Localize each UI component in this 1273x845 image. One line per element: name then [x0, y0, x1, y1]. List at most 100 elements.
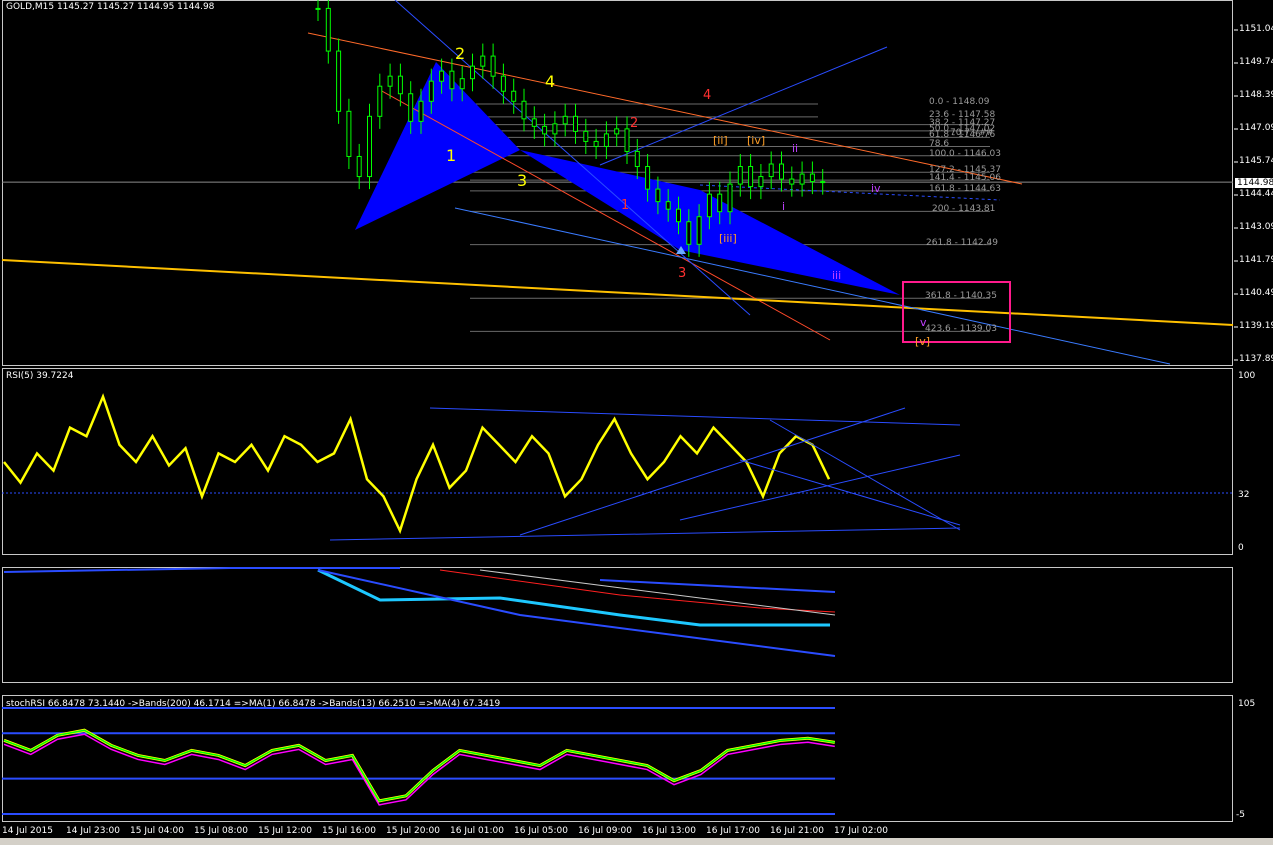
candle-body: [789, 178, 795, 185]
channel-trend-line: [379, 89, 831, 341]
fib-level-label: 161.8 - 1144.63: [929, 183, 1001, 194]
candle-body: [511, 90, 517, 102]
candle-body: [325, 7, 331, 52]
candle-body: [706, 193, 712, 218]
candle-body: [573, 115, 578, 132]
wave-label-oii: [ii]: [713, 134, 728, 147]
fib-level-label: 261.8 - 1142.49: [926, 237, 998, 248]
wave-label-r2: 2: [630, 116, 639, 131]
chart-tab-bar[interactable]: [0, 838, 1273, 845]
macd-signal-gray: [479, 569, 836, 616]
wave-label-oiii: [iii]: [719, 232, 737, 245]
candle-body: [717, 193, 723, 213]
fib-level-label: 200 - 1143.81: [932, 204, 996, 215]
price-axis-label: 1147.09: [1239, 123, 1273, 133]
candle-body: [645, 166, 651, 190]
wave-label-y3: 3: [517, 171, 528, 190]
price-axis-label: 1145.74: [1239, 156, 1273, 166]
candle-body: [408, 93, 414, 122]
time-label: 15 Jul 04:00: [130, 826, 184, 836]
time-label: 15 Jul 20:00: [386, 826, 440, 836]
candle-body: [603, 133, 609, 147]
rsi-header: RSI(5) 39.7224: [6, 371, 74, 381]
candle-body: [809, 173, 815, 183]
wave-label-r4: 4: [703, 88, 712, 103]
candle-body: [779, 163, 784, 180]
candle-body: [748, 166, 754, 188]
candle-body: [336, 50, 342, 112]
candle-body: [562, 115, 568, 125]
candle-body: [799, 173, 805, 185]
fib-level-label: 141.4 - 1145.06: [929, 173, 1001, 184]
candle-body: [490, 55, 496, 77]
time-label: 16 Jul 09:00: [578, 826, 632, 836]
candle-body: [542, 125, 548, 135]
candle-body: [418, 100, 424, 122]
price-axis-label: 1149.74: [1239, 57, 1273, 67]
wave-label-mv: v: [920, 316, 927, 329]
fib-level-label: 361.8 - 1140.35: [925, 291, 997, 302]
candle-body: [686, 221, 692, 245]
stochrsi-line: [3, 728, 836, 803]
wave-label-miv: iv: [871, 182, 881, 195]
candle-body: [470, 65, 475, 80]
rsi-trend-line: [679, 454, 961, 521]
time-label: 17 Jul 02:00: [834, 826, 888, 836]
wave-label-r1: 1: [621, 198, 630, 213]
macd-line: [317, 568, 830, 627]
time-label: 16 Jul 05:00: [514, 826, 568, 836]
wave-label-ov: [v]: [915, 335, 931, 348]
candle-body: [449, 70, 455, 90]
candle-body: [439, 70, 445, 82]
stochrsi-ma-line: [3, 729, 835, 802]
wave-label-y1: 1: [446, 146, 457, 165]
rsi-axis-0: 0: [1238, 543, 1244, 553]
time-label: 16 Jul 13:00: [642, 826, 696, 836]
stochrsi-ma4-line: [3, 733, 835, 806]
time-label: 16 Jul 01:00: [450, 826, 504, 836]
price-axis-label: 1148.39: [1239, 90, 1273, 100]
candle-body: [768, 163, 774, 178]
time-label: 16 Jul 21:00: [770, 826, 824, 836]
time-label: 15 Jul 12:00: [258, 826, 312, 836]
wave-label-oiv: [iv]: [747, 134, 766, 147]
fib-level-label: 423.6 - 1139.03: [925, 324, 997, 335]
price-axis-label: 1151.04: [1239, 24, 1273, 34]
price-axis-label: 1139.19: [1239, 321, 1273, 331]
time-label: 15 Jul 16:00: [322, 826, 376, 836]
candle-body: [737, 166, 743, 185]
candle-body: [665, 201, 671, 210]
lower-channel-line: [454, 207, 1171, 365]
candle-body: [387, 75, 393, 87]
candle-body: [676, 208, 681, 223]
candle-body: [614, 128, 620, 135]
macd-upper-band: [3, 567, 400, 573]
candle-body: [397, 75, 403, 95]
candle-body: [624, 128, 630, 152]
fib-level-label: 100.0 - 1146.03: [929, 148, 1001, 159]
stochrsi-axis-105: 105: [1238, 699, 1256, 709]
price-axis-label: 1140.49: [1239, 288, 1273, 298]
candle-body: [634, 150, 640, 168]
price-axis-label: 1143.09: [1239, 222, 1273, 232]
time-label: 14 Jul 23:00: [66, 826, 120, 836]
candle-body: [655, 188, 661, 203]
time-label: 14 Jul 2015: [2, 826, 53, 836]
candle-body: [593, 140, 599, 147]
wave-label-mi: i: [782, 200, 786, 213]
symbol-header: GOLD,M15 1145.27 1145.27 1144.95 1144.98: [6, 2, 215, 12]
wave-label-y2: 2: [455, 44, 466, 63]
candle-body: [583, 130, 589, 142]
candle-body: [531, 118, 537, 127]
candle-body: [428, 80, 434, 102]
current-price-tag: 1144.98: [1235, 178, 1273, 188]
fib-level-label: 0.0 - 1148.09: [929, 97, 990, 108]
price-axis-label: 1141.79: [1239, 255, 1273, 265]
candle-body: [346, 110, 352, 157]
rsi-trend-line: [769, 419, 961, 531]
candle-body: [356, 155, 362, 178]
candle-body: [552, 123, 558, 135]
long-term-support-line: [1, 259, 1234, 326]
time-label: 15 Jul 08:00: [194, 826, 248, 836]
stochrsi-header: stochRSI 66.8478 73.1440 ->Bands(200) 46…: [6, 699, 501, 709]
